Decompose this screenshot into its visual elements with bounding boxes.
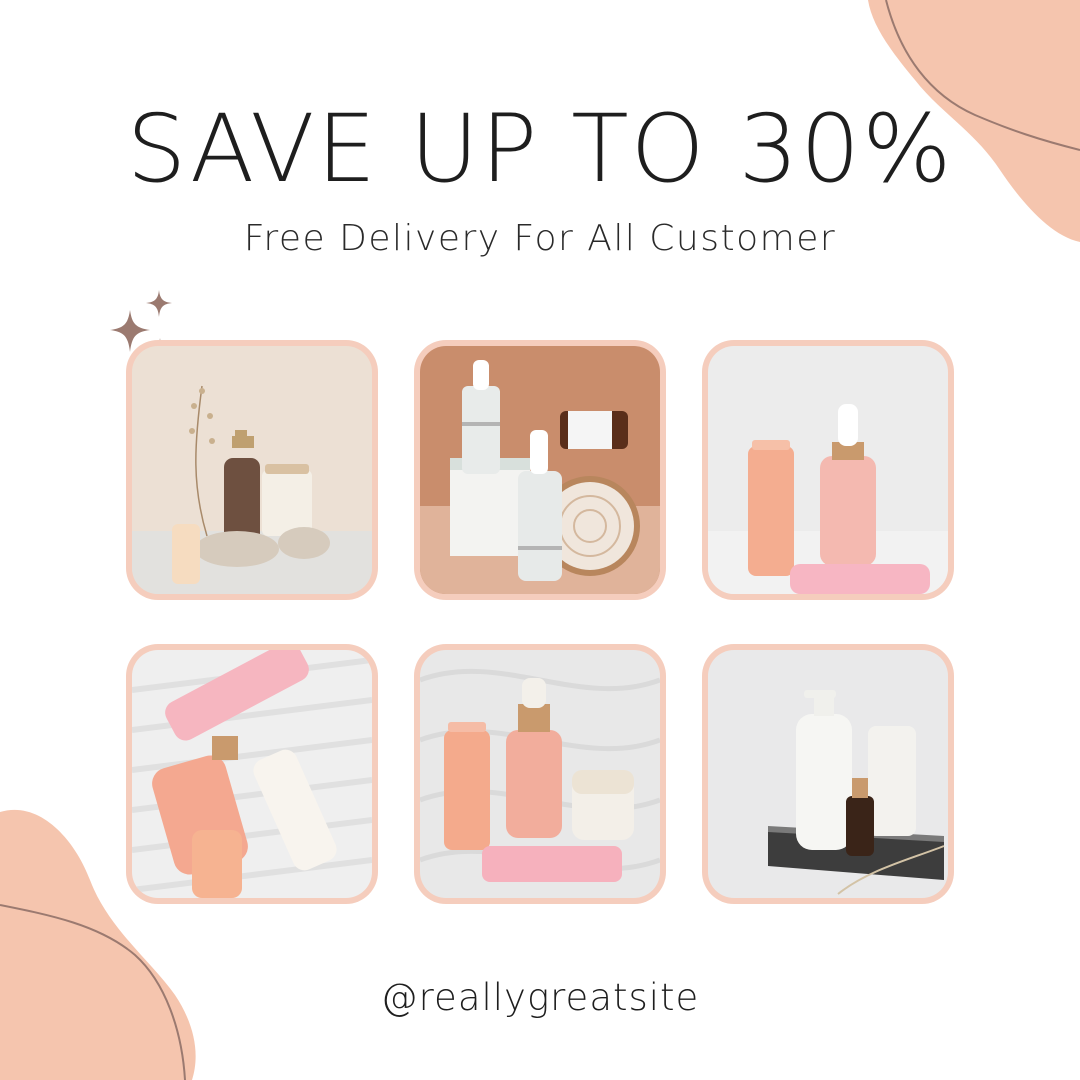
headline: SAVE UP TO 30% xyxy=(126,95,954,204)
sparkle-icon xyxy=(146,290,172,317)
product-image xyxy=(708,650,948,898)
social-handle: @reallygreatsite xyxy=(380,976,700,1019)
product-image xyxy=(708,346,948,594)
product-photo-1 xyxy=(126,340,378,600)
product-photo-2 xyxy=(414,340,666,600)
product-photo-6 xyxy=(702,644,954,904)
product-photo-5 xyxy=(414,644,666,904)
product-image xyxy=(420,346,660,594)
product-image xyxy=(132,650,372,898)
product-image xyxy=(132,346,372,594)
promo-post: SAVE UP TO 30% Free Delivery For All Cus… xyxy=(0,0,1080,1080)
product-photo-4 xyxy=(126,644,378,904)
product-image xyxy=(420,650,660,898)
product-photo-3 xyxy=(702,340,954,600)
subheadline: Free Delivery For All Customer xyxy=(243,218,837,259)
